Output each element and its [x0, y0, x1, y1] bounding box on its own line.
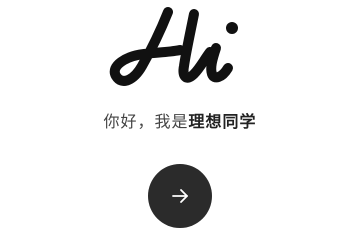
hi-logo	[109, 7, 238, 86]
greeting-text: 你好，我是理想同学	[0, 112, 360, 132]
assistant-name: 理想同学	[188, 112, 257, 131]
arrow-right-icon	[172, 189, 188, 203]
greeting-prefix: 你好，我是	[103, 112, 189, 131]
next-button[interactable]	[148, 164, 212, 228]
